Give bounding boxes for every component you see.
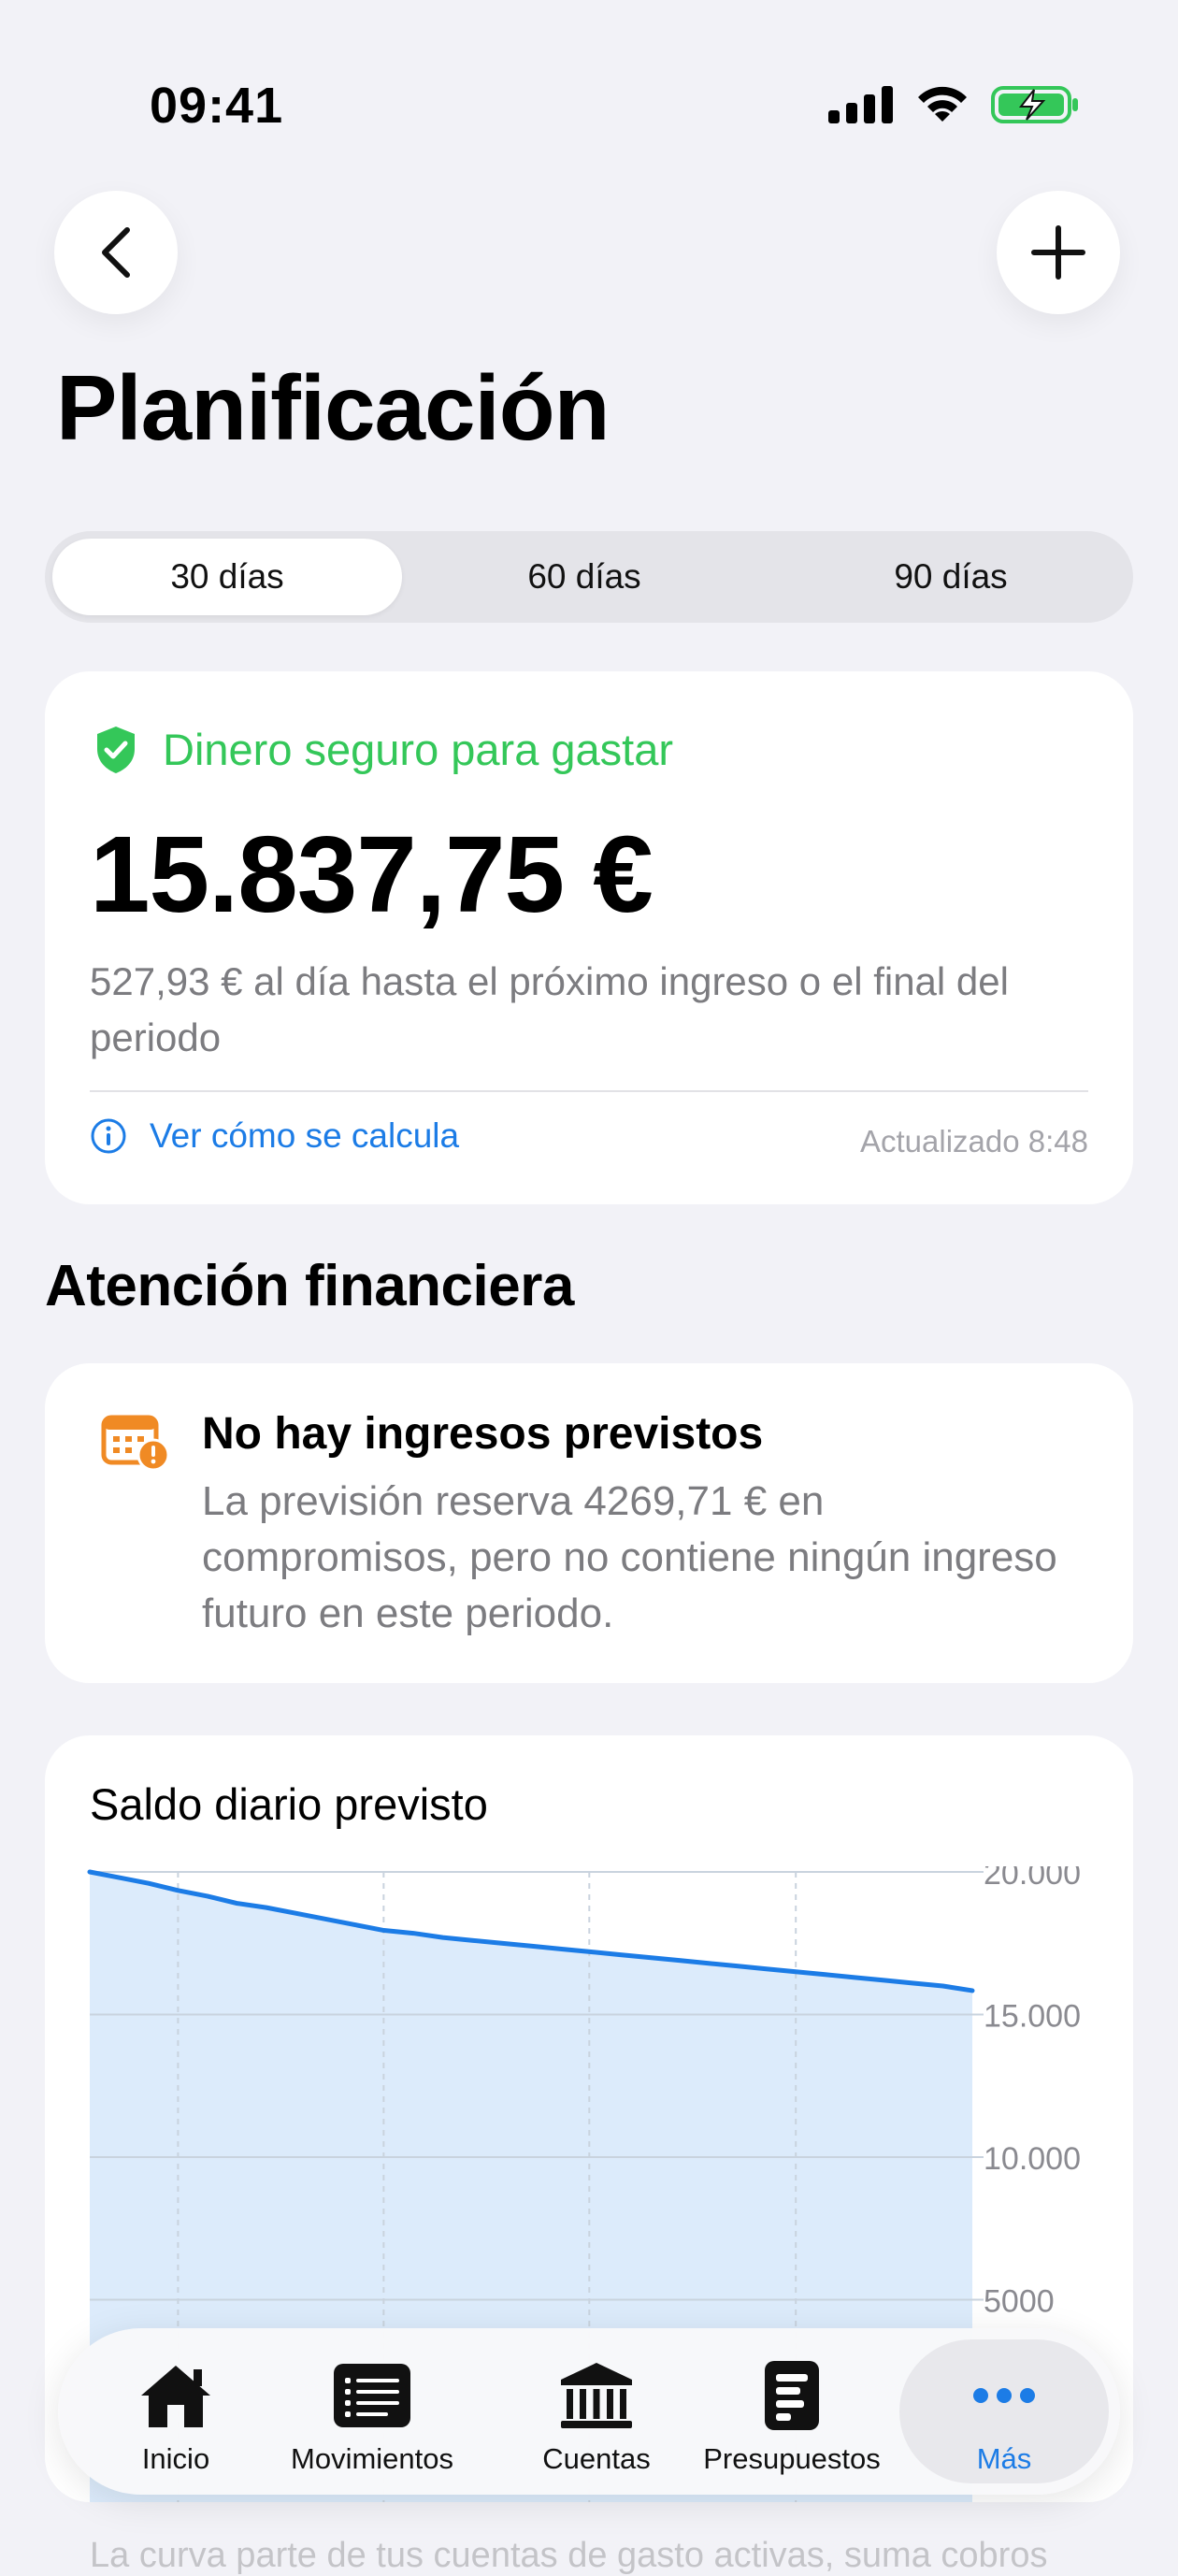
home-icon	[141, 2366, 210, 2427]
updated-time: Actualizado 8:48	[859, 1124, 1088, 1158]
calendar-warning-icon	[101, 1415, 170, 1472]
more-icon	[973, 2388, 1035, 2403]
attention-card-text: La previsión reserva 4269,71 € en compro…	[202, 1478, 1057, 1636]
plus-icon	[1031, 225, 1085, 280]
add-button[interactable]	[997, 191, 1120, 314]
shield-check-icon	[97, 726, 135, 773]
tab-30-days[interactable]: 30 días	[52, 539, 402, 615]
info-icon	[91, 1118, 126, 1154]
safe-to-spend-card: Dinero seguro para gastar 15.837,75 € 52…	[45, 671, 1133, 1204]
battery-charging-icon	[991, 86, 1078, 123]
section-title: Atención financiera	[45, 1254, 574, 1318]
period-segmented-control: 30 días 60 días 90 días	[45, 531, 1133, 623]
chart-title: Saldo diario previsto	[90, 1779, 488, 1829]
how-calculated-link[interactable]: Ver cómo se calcula	[90, 1116, 459, 1156]
tab-90-days[interactable]: 90 días	[776, 539, 1126, 615]
how-calculated-label[interactable]: Ver cómo se calcula	[150, 1116, 459, 1156]
chart-y-tick-label: 10.000	[984, 2141, 1081, 2177]
attention-card-title: No hay ingresos previstos	[202, 1409, 764, 1459]
page-title: Planificación	[56, 356, 611, 459]
tab-bar: Inicio Movimientos Cuentas Presupuestos …	[58, 2328, 1120, 2495]
budget-icon	[765, 2361, 819, 2430]
bank-icon	[561, 2363, 632, 2428]
tab-mas[interactable]: Más	[927, 2328, 1081, 2495]
tab-inicio[interactable]: Inicio	[108, 2328, 243, 2495]
tab-60-days[interactable]: 60 días	[409, 539, 759, 615]
tab-presupuestos[interactable]: Presupuestos	[694, 2328, 890, 2495]
safe-label: Dinero seguro para gastar	[163, 725, 674, 774]
wifi-icon	[918, 86, 967, 122]
tab-movimientos[interactable]: Movimientos	[279, 2328, 466, 2495]
chart-y-tick-label: 20.000	[984, 1866, 1081, 1892]
safe-header: Dinero seguro para gastar	[93, 724, 673, 775]
chart-y-tick-label: 15.000	[984, 1999, 1081, 2035]
tab-label: Presupuestos	[703, 2442, 881, 2475]
list-icon	[334, 2364, 410, 2427]
chevron-left-icon	[102, 227, 130, 278]
tab-label: Movimientos	[291, 2442, 453, 2475]
tab-label: Más	[976, 2442, 1032, 2475]
chart-y-tick-label: 5000	[984, 2284, 1055, 2320]
footer-note: La curva parte de tus cuentas de gasto a…	[90, 2536, 1048, 2575]
status-time: 09:41	[150, 78, 284, 134]
signal-icon	[828, 86, 893, 123]
status-icons	[828, 84, 1081, 125]
tab-cuentas[interactable]: Cuentas	[522, 2328, 671, 2495]
attention-card[interactable]: No hay ingresos previstos La previsión r…	[45, 1363, 1133, 1683]
safe-subtitle: 527,93 € al día hasta el próximo ingreso…	[90, 959, 1009, 1059]
safe-amount: 15.837,75 €	[90, 813, 654, 935]
tab-label: Inicio	[141, 2442, 210, 2475]
back-button[interactable]	[54, 191, 178, 314]
tab-label: Cuentas	[542, 2442, 651, 2475]
divider	[90, 1090, 1088, 1092]
